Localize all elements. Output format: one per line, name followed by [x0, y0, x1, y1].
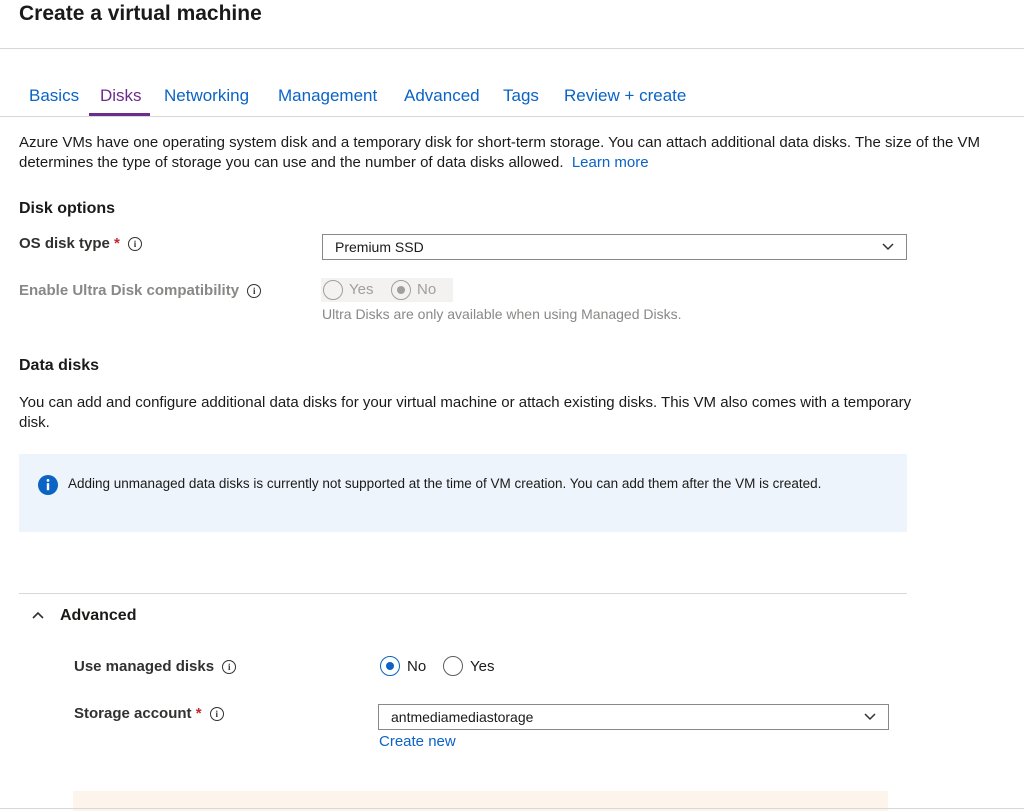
ultra-disk-helper-text: Ultra Disks are only available when usin… [322, 306, 682, 322]
info-message-text: Adding unmanaged data disks is currently… [68, 476, 822, 491]
required-marker: * [195, 705, 202, 722]
bottom-divider [0, 808, 1024, 809]
os-disk-type-label: OS disk type * i [19, 235, 143, 252]
selected-tab-indicator [89, 113, 150, 116]
chevron-up-icon[interactable] [31, 610, 45, 620]
create-new-link[interactable]: Create new [379, 733, 456, 750]
page: Create a virtual machine Basics Disks Ne… [0, 0, 1024, 811]
intro-text: Azure VMs have one operating system disk… [19, 133, 1009, 173]
chevron-down-icon [882, 243, 894, 251]
os-disk-type-label-text: OS disk type [19, 235, 110, 252]
tab-management[interactable]: Management [278, 86, 377, 106]
intro-description: Azure VMs have one operating system disk… [19, 134, 981, 171]
ultra-disk-label: Enable Ultra Disk compatibility i [19, 282, 262, 299]
data-disks-heading: Data disks [19, 357, 100, 374]
info-message-box: Adding unmanaged data disks is currently… [19, 454, 907, 532]
learn-more-link[interactable]: Learn more [572, 154, 649, 171]
tab-tags[interactable]: Tags [503, 86, 539, 106]
managed-disks-no-radio[interactable] [380, 656, 400, 676]
tab-bar-divider [0, 116, 1024, 117]
info-filled-icon [38, 475, 58, 495]
managed-disks-yes-radio[interactable] [443, 656, 463, 676]
os-disk-type-dropdown[interactable]: Premium SSD [322, 234, 907, 260]
ultra-disk-yes-radio [323, 280, 343, 300]
storage-account-value: antmediamediastorage [391, 709, 534, 725]
ultra-disk-label-text: Enable Ultra Disk compatibility [19, 282, 240, 299]
disk-options-heading: Disk options [19, 200, 116, 217]
title-divider [0, 48, 1024, 49]
chevron-down-icon [864, 713, 876, 721]
managed-disks-yes-label[interactable]: Yes [470, 658, 494, 675]
advanced-divider [19, 593, 907, 594]
tab-review-create[interactable]: Review + create [564, 86, 686, 106]
ultra-disk-no-radio [391, 280, 411, 300]
tab-bar: Basics Disks Networking Management Advan… [0, 84, 1024, 117]
ultra-disk-no-label: No [417, 281, 437, 298]
storage-account-dropdown[interactable]: antmediamediastorage [378, 704, 889, 730]
storage-account-label: Storage account * i [74, 705, 224, 722]
tab-disks[interactable]: Disks [100, 86, 142, 106]
ultra-disk-radio-group: Yes No [321, 278, 453, 302]
info-icon[interactable]: i [222, 660, 237, 674]
ultra-disk-yes-label: Yes [349, 281, 374, 298]
storage-account-label-text: Storage account [74, 705, 192, 722]
use-managed-disks-label: Use managed disks i [74, 658, 237, 675]
radio-selected-dot [386, 662, 394, 670]
tab-basics[interactable]: Basics [29, 86, 79, 106]
page-title: Create a virtual machine [19, 2, 262, 25]
info-icon[interactable]: i [128, 237, 143, 251]
os-disk-type-value: Premium SSD [335, 239, 424, 255]
use-managed-disks-label-text: Use managed disks [74, 658, 215, 675]
data-disks-description: You can add and configure additional dat… [19, 394, 912, 431]
info-icon[interactable]: i [209, 707, 224, 721]
tab-networking[interactable]: Networking [164, 86, 249, 106]
managed-disks-no-label[interactable]: No [407, 658, 426, 675]
required-marker: * [114, 235, 120, 252]
tab-advanced[interactable]: Advanced [404, 86, 480, 106]
radio-selected-dot [397, 286, 405, 294]
info-icon[interactable]: i [247, 284, 262, 298]
advanced-section-toggle[interactable]: Advanced [60, 607, 136, 625]
